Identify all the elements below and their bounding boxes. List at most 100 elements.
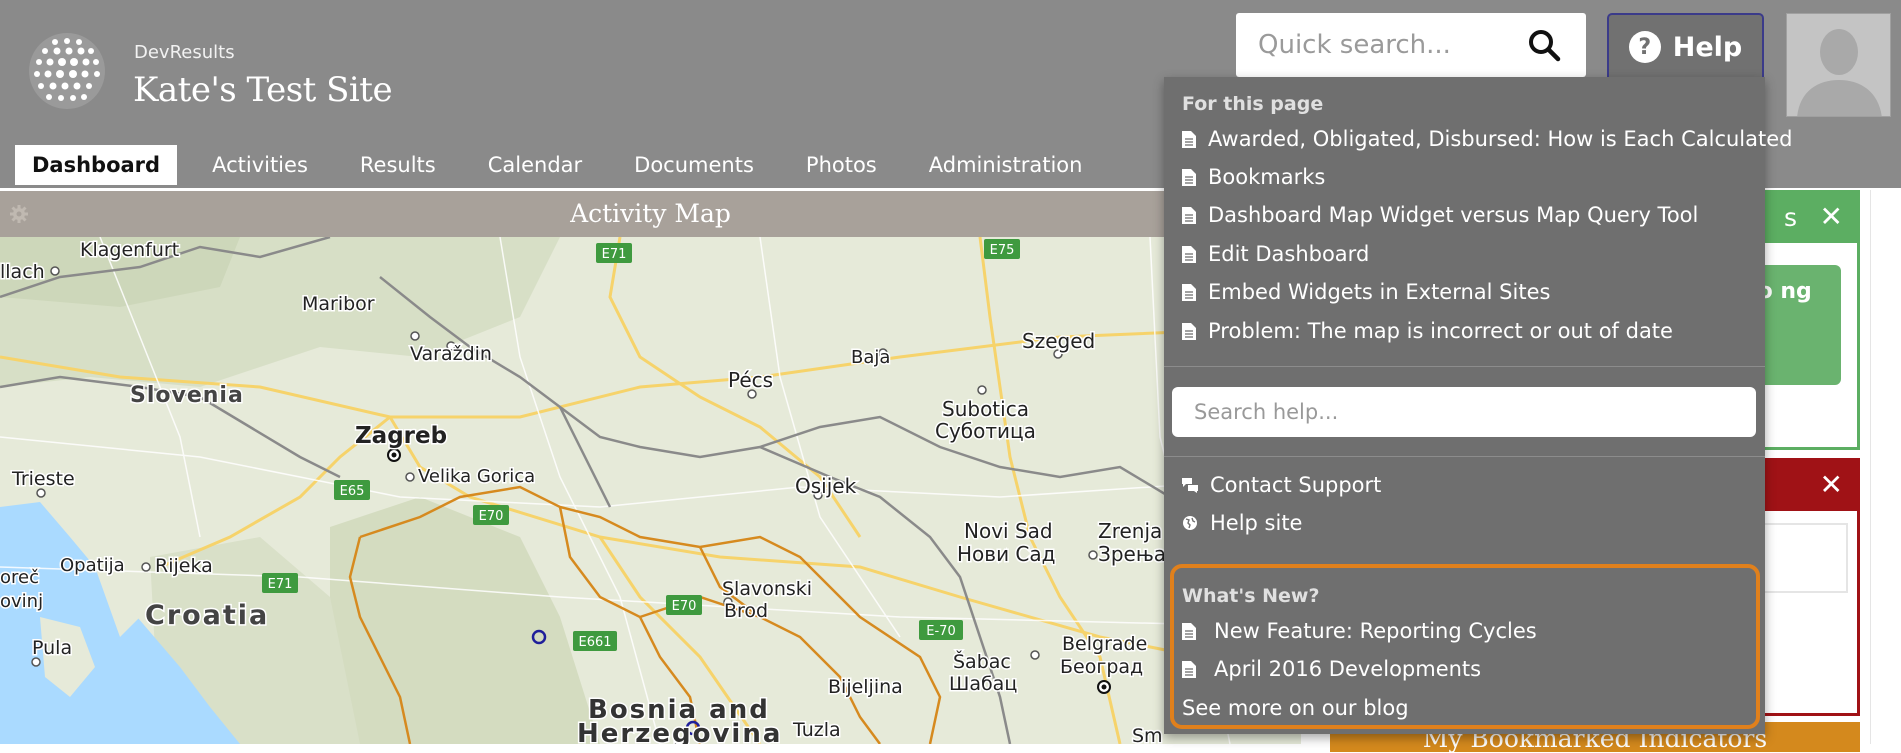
help-article-link[interactable]: Dashboard Map Widget versus Map Query To… [1182,203,1698,227]
help-site-link[interactable]: Help site [1182,511,1302,535]
map-label: Slovenia [130,383,244,408]
search-icon[interactable] [1527,28,1561,62]
chat-bubbles-icon [1182,478,1198,493]
activity-map[interactable]: E71 E75 E65 E70 E71 E70 E661 E-70 Klagen… [0,237,1301,744]
help-article-link[interactable]: Bookmarks [1182,165,1325,189]
help-article-label: Embed Widgets in External Sites [1208,280,1551,304]
document-icon [1182,660,1196,678]
map-label: Klagenfurt [80,239,179,261]
map-label: Novi Sad [964,519,1053,543]
map-label: Osijek [795,474,857,498]
map-label: Нови Сад [957,542,1055,566]
map-label: Суботица [935,419,1036,443]
map-label: Subotica [942,397,1029,421]
map-label: Шабац [949,673,1017,695]
whats-new-link[interactable]: New Feature: Reporting Cycles [1182,619,1537,643]
map-label: Belgrade [1062,633,1147,655]
road-sign: E71 [268,577,293,592]
quick-search-input[interactable] [1236,13,1526,77]
map-label: Szeged [1022,329,1095,353]
tab-dashboard[interactable]: Dashboard [15,145,178,185]
map-label: Maribor [302,293,375,315]
road-sign: E70 [479,509,504,524]
tab-calendar[interactable]: Calendar [471,145,599,185]
document-icon [1182,168,1196,186]
road-sign: E75 [990,243,1015,258]
tab-administration[interactable]: Administration [912,145,1100,185]
road-sign: E661 [578,635,611,650]
tab-documents[interactable]: Documents [617,145,771,185]
map-label: Zagreb [355,423,447,449]
help-dropdown-menu: For this page Awarded, Obligated, Disbur… [1164,77,1793,734]
globe-icon [1183,516,1197,530]
map-label: Baja [851,347,890,368]
help-article-link[interactable]: Problem: The map is incorrect or out of … [1182,319,1673,343]
help-button-label: Help [1672,31,1743,63]
map-label: Brod [724,600,768,622]
org-name: DevResults [134,42,235,63]
question-circle-icon: ? [1628,31,1661,63]
help-search-box [1172,387,1756,437]
help-button[interactable]: ? Help [1607,13,1764,79]
main-nav: Dashboard Activities Results Calendar Do… [15,145,1117,185]
tab-results[interactable]: Results [343,145,453,185]
for-this-page-heading: For this page [1182,93,1324,115]
devresults-logo-icon[interactable] [28,32,106,110]
document-icon [1182,245,1196,263]
help-article-label: Bookmarks [1208,165,1326,189]
map-label: Croatia [145,600,269,631]
map-label: Slavonski [722,578,812,600]
contact-support-label: Contact Support [1210,473,1382,497]
see-more-blog-link[interactable]: See more on our blog [1182,696,1409,720]
map-label: Pula [32,637,72,659]
map-label: Rijeka [155,555,213,577]
close-icon[interactable]: ✕ [1820,200,1843,233]
activity-map-title: Activity Map [570,199,731,228]
map-label: ovinj [0,591,43,612]
map-label: Sm [1132,725,1163,744]
whats-new-label: New Feature: Reporting Cycles [1214,619,1537,643]
help-article-link[interactable]: Embed Widgets in External Sites [1182,280,1550,304]
map-label: Зрења [1098,542,1166,566]
road-sign: E71 [602,247,627,262]
whats-new-label: April 2016 Developments [1214,657,1482,681]
tab-photos[interactable]: Photos [789,145,894,185]
map-label: Trieste [11,468,75,490]
map-label: Opatija [60,555,125,576]
document-icon [1182,130,1196,148]
help-article-link[interactable]: Edit Dashboard [1182,242,1369,266]
road-sign: E-70 [926,624,955,639]
user-silhouette-icon [1787,14,1890,116]
divider [1164,456,1765,457]
help-article-label: Edit Dashboard [1208,242,1370,266]
help-article-link[interactable]: Awarded, Obligated, Disbursed: How is Ea… [1182,127,1793,151]
help-article-label: Awarded, Obligated, Disbursed: How is Ea… [1208,127,1793,151]
whats-new-link[interactable]: April 2016 Developments [1182,657,1481,681]
help-search-input[interactable] [1172,387,1756,437]
map-label: Pécs [728,368,773,392]
site-name[interactable]: Kate's Test Site [133,70,393,110]
contact-support-link[interactable]: Contact Support [1182,473,1381,497]
map-label: Bijeljina [828,676,903,698]
help-article-label: Dashboard Map Widget versus Map Query To… [1208,203,1699,227]
whats-new-heading: What's New? [1182,585,1320,607]
tab-activities[interactable]: Activities [195,145,325,185]
map-label: Београд [1060,656,1143,678]
help-site-label: Help site [1210,511,1303,535]
document-icon [1182,206,1196,224]
map-label: Tuzla [792,719,841,741]
see-more-blog-label: See more on our blog [1182,696,1409,720]
document-icon [1182,622,1196,640]
map-label: Zrenja [1098,519,1162,543]
road-sign: E65 [340,484,365,499]
map-label: oreč [0,567,39,588]
road-sign: E70 [672,599,697,614]
close-icon[interactable]: ✕ [1820,468,1843,501]
document-icon [1182,283,1196,301]
map-label: Varaždin [410,343,492,365]
map-label: Herzegovina [577,719,782,744]
document-icon [1182,322,1196,340]
help-article-label: Problem: The map is incorrect or out of … [1208,319,1673,343]
avatar[interactable] [1786,13,1891,117]
map-label: Velika Gorica [418,466,535,487]
